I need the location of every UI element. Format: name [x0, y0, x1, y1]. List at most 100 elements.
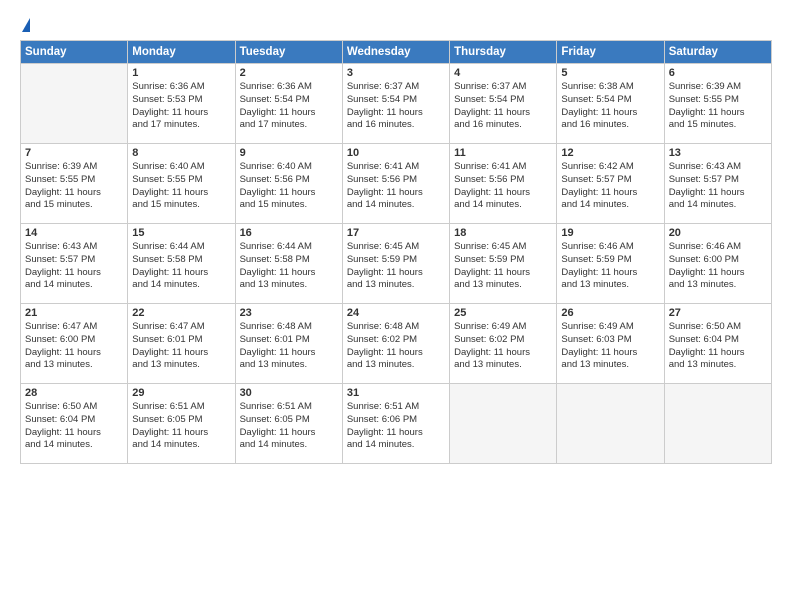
calendar-week-row: 21Sunrise: 6:47 AMSunset: 6:00 PMDayligh…: [21, 304, 772, 384]
sunrise-text: Sunrise: 6:41 AM: [347, 161, 445, 174]
daylight-line1: Daylight: 11 hours: [454, 187, 552, 200]
day-number: 17: [347, 227, 445, 239]
calendar-cell: 26 Sunrise: 6:49 AMSunset: 6:03 PMDayligh…: [557, 304, 664, 384]
day-number: 13: [669, 147, 767, 159]
calendar-cell: 22Sunrise: 6:47 AMSunset: 6:01 PMDayligh…: [128, 304, 235, 384]
sunrise-text: Sunrise: 6:50 AM: [25, 401, 123, 414]
daylight-line1: Daylight: 11 hours: [132, 267, 230, 280]
weekday-header: Wednesday: [342, 41, 449, 64]
calendar-cell: 29Sunrise: 6:51 AMSunset: 6:05 PMDayligh…: [128, 384, 235, 464]
daylight-line2: and 13 minutes.: [454, 359, 552, 372]
sunset-text: Sunset: 5:54 PM: [240, 94, 338, 107]
day-number: 24: [347, 307, 445, 319]
day-number: 23: [240, 307, 338, 319]
day-number: 31: [347, 387, 445, 399]
daylight-line1: Daylight: 11 hours: [347, 187, 445, 200]
day-number: 14: [25, 227, 123, 239]
day-number: 25: [454, 307, 552, 319]
sunrise-text: Sunrise: 6:43 AM: [669, 161, 767, 174]
sunrise-text: Sunrise: 6:39 AM: [669, 81, 767, 94]
sunrise-text: Sunrise: 6:36 AM: [132, 81, 230, 94]
calendar-cell: 31Sunrise: 6:51 AMSunset: 6:06 PMDayligh…: [342, 384, 449, 464]
daylight-line1: Daylight: 11 hours: [240, 107, 338, 120]
logo-triangle-icon: [22, 18, 30, 32]
calendar-cell: 12Sunrise: 6:42 AMSunset: 5:57 PMDayligh…: [557, 144, 664, 224]
day-number: 7: [25, 147, 123, 159]
calendar-cell: 15Sunrise: 6:44 AMSunset: 5:58 PMDayligh…: [128, 224, 235, 304]
daylight-line2: and 14 minutes.: [347, 439, 445, 452]
sunset-text: Sunset: 5:58 PM: [132, 254, 230, 267]
calendar-cell: 8Sunrise: 6:40 AMSunset: 5:55 PMDaylight…: [128, 144, 235, 224]
calendar-week-row: 14Sunrise: 6:43 AMSunset: 5:57 PMDayligh…: [21, 224, 772, 304]
sunset-text: Sunset: 6:05 PM: [132, 414, 230, 427]
day-number: 5: [561, 67, 659, 79]
sunset-text: Sunset: 5:56 PM: [454, 174, 552, 187]
daylight-line2: and 14 minutes.: [132, 279, 230, 292]
sunrise-text: Sunrise: 6:37 AM: [347, 81, 445, 94]
calendar-cell: 4Sunrise: 6:37 AMSunset: 5:54 PMDaylight…: [450, 64, 557, 144]
weekday-header: Saturday: [664, 41, 771, 64]
day-number: 18: [454, 227, 552, 239]
daylight-line2: and 15 minutes.: [669, 119, 767, 132]
day-number: 1: [132, 67, 230, 79]
daylight-line1: Daylight: 11 hours: [25, 427, 123, 440]
day-number: 6: [669, 67, 767, 79]
daylight-line2: and 13 minutes.: [669, 279, 767, 292]
sunset-text: Sunset: 6:02 PM: [347, 334, 445, 347]
daylight-line1: Daylight: 11 hours: [561, 267, 659, 280]
sunrise-text: Sunrise: 6:38 AM: [561, 81, 659, 94]
sunset-text: Sunset: 6:05 PM: [240, 414, 338, 427]
sunset-text: Sunset: 5:55 PM: [669, 94, 767, 107]
calendar-cell: [450, 384, 557, 464]
daylight-line1: Daylight: 11 hours: [669, 187, 767, 200]
calendar-cell: 21Sunrise: 6:47 AMSunset: 6:00 PMDayligh…: [21, 304, 128, 384]
day-number: 26: [561, 307, 659, 319]
daylight-line2: and 14 minutes.: [132, 439, 230, 452]
daylight-line1: Daylight: 11 hours: [669, 347, 767, 360]
daylight-line2: and 14 minutes.: [25, 439, 123, 452]
sunrise-text: Sunrise: 6:47 AM: [132, 321, 230, 334]
sunrise-text: Sunrise: 6:37 AM: [454, 81, 552, 94]
sunrise-text: Sunrise: 6:49 AM: [561, 321, 659, 334]
daylight-line1: Daylight: 11 hours: [240, 187, 338, 200]
calendar-cell: 27Sunrise: 6:50 AMSunset: 6:04 PMDayligh…: [664, 304, 771, 384]
daylight-line1: Daylight: 11 hours: [347, 347, 445, 360]
sunset-text: Sunset: 5:54 PM: [561, 94, 659, 107]
day-number: 22: [132, 307, 230, 319]
sunrise-text: Sunrise: 6:50 AM: [669, 321, 767, 334]
day-number: 3: [347, 67, 445, 79]
day-number: 29: [132, 387, 230, 399]
daylight-line1: Daylight: 11 hours: [25, 187, 123, 200]
sunset-text: Sunset: 6:00 PM: [25, 334, 123, 347]
day-number: 20: [669, 227, 767, 239]
daylight-line1: Daylight: 11 hours: [561, 347, 659, 360]
daylight-line2: and 13 minutes.: [240, 359, 338, 372]
sunrise-text: Sunrise: 6:48 AM: [240, 321, 338, 334]
calendar-table: SundayMondayTuesdayWednesdayThursdayFrid…: [20, 40, 772, 464]
sunset-text: Sunset: 6:04 PM: [25, 414, 123, 427]
sunset-text: Sunset: 5:55 PM: [132, 174, 230, 187]
daylight-line1: Daylight: 11 hours: [132, 427, 230, 440]
day-number: 27: [669, 307, 767, 319]
sunset-text: Sunset: 6:02 PM: [454, 334, 552, 347]
daylight-line2: and 13 minutes.: [25, 359, 123, 372]
sunrise-text: Sunrise: 6:40 AM: [132, 161, 230, 174]
weekday-header: Friday: [557, 41, 664, 64]
sunset-text: Sunset: 5:59 PM: [561, 254, 659, 267]
day-number: 2: [240, 67, 338, 79]
daylight-line2: and 14 minutes.: [347, 199, 445, 212]
calendar-cell: 28Sunrise: 6:50 AMSunset: 6:04 PMDayligh…: [21, 384, 128, 464]
sunrise-text: Sunrise: 6:48 AM: [347, 321, 445, 334]
weekday-header: Thursday: [450, 41, 557, 64]
weekday-header: Sunday: [21, 41, 128, 64]
calendar-cell: 18Sunrise: 6:45 AMSunset: 5:59 PMDayligh…: [450, 224, 557, 304]
daylight-line2: and 14 minutes.: [669, 199, 767, 212]
sunset-text: Sunset: 6:03 PM: [561, 334, 659, 347]
daylight-line1: Daylight: 11 hours: [669, 107, 767, 120]
sunrise-text: Sunrise: 6:46 AM: [669, 241, 767, 254]
daylight-line2: and 16 minutes.: [347, 119, 445, 132]
sunset-text: Sunset: 6:01 PM: [240, 334, 338, 347]
calendar-cell: [21, 64, 128, 144]
day-number: 4: [454, 67, 552, 79]
sunset-text: Sunset: 6:06 PM: [347, 414, 445, 427]
